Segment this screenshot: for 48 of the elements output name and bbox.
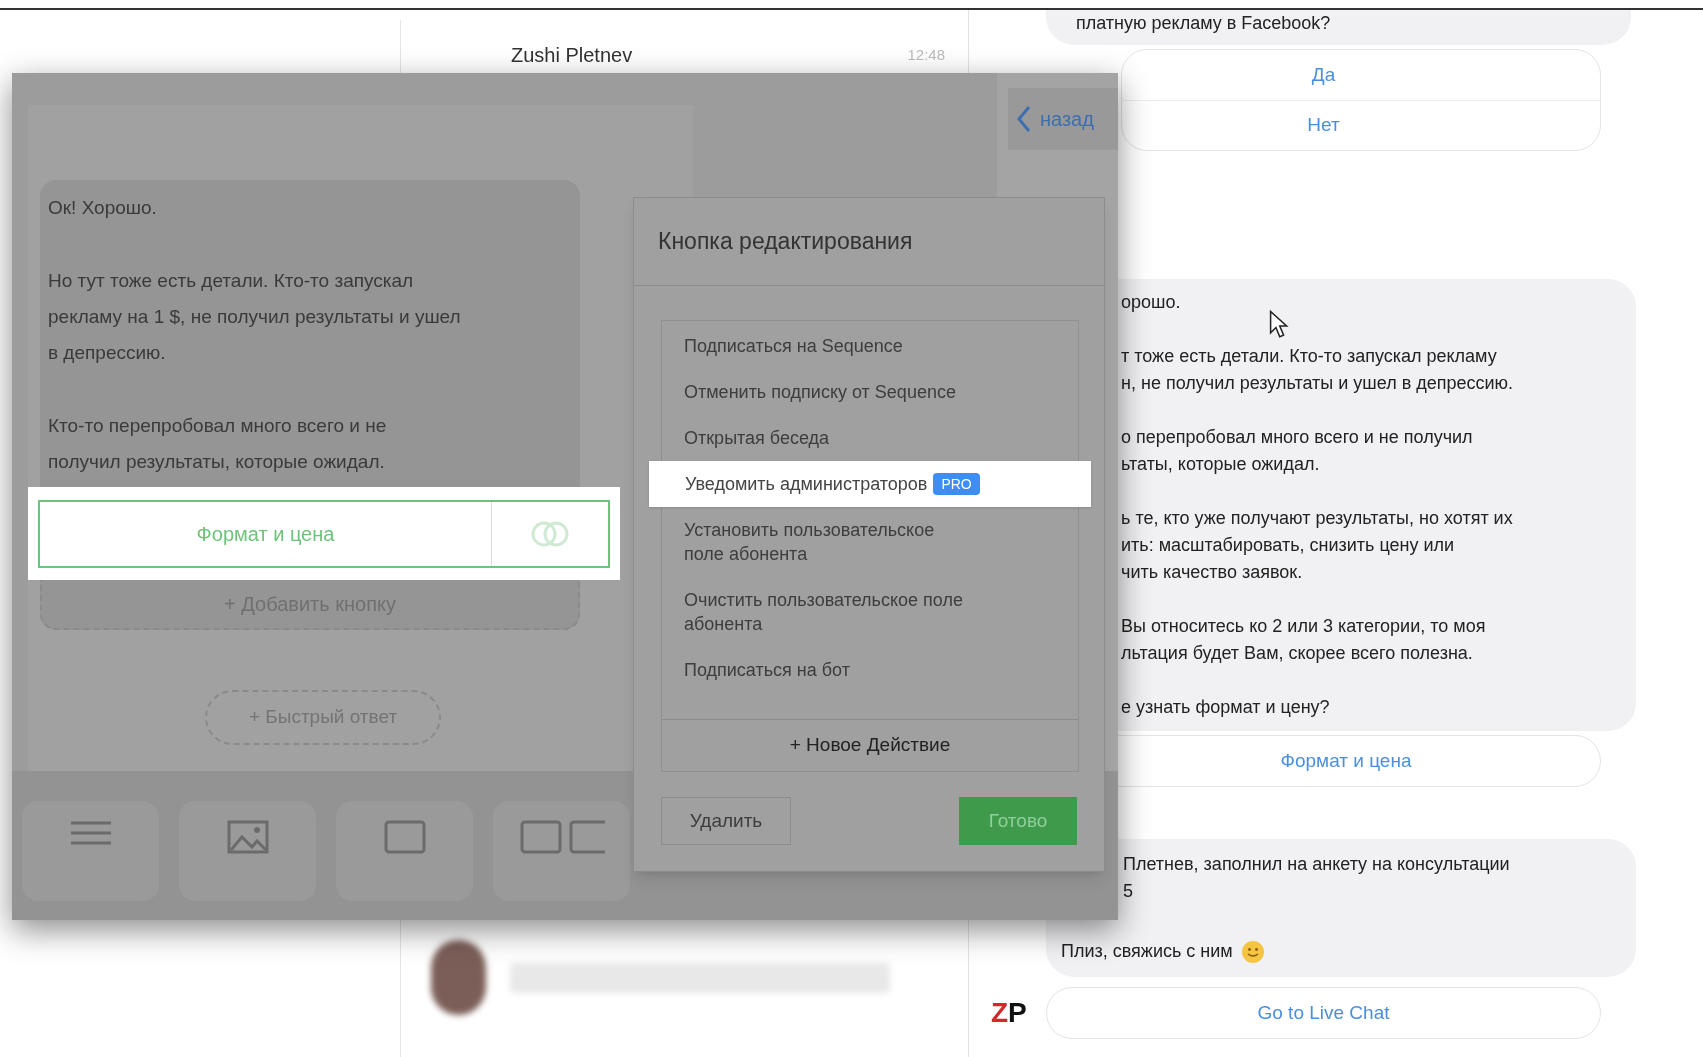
action-item[interactable]: Подписаться на бот [662, 647, 1078, 693]
gallery-icon [518, 819, 605, 855]
message-text: льтация будет Вам, скорее всего полезна. [1121, 642, 1474, 665]
pro-badge: PRO [933, 473, 980, 495]
message-text: 5 [1123, 880, 1134, 903]
quick-reply-button[interactable]: Go to Live Chat [1047, 988, 1600, 1038]
cursor-icon [1269, 310, 1289, 339]
message-time: 12:48 [907, 44, 945, 65]
message-text: ь те, кто уже получают результаты, но хотят их [1121, 507, 1514, 530]
action-item[interactable]: Уведомить администраторов PRO [649, 461, 1091, 507]
message-text: о перепробовал много всего и не получил [1121, 426, 1474, 449]
message-text: е узнать формат и цену? [1121, 696, 1331, 719]
quick-reply-button[interactable]: Да [1122, 50, 1600, 100]
action-item[interactable]: Установить пользовательское поле абонента [662, 507, 1078, 577]
chevron-left-icon [1016, 105, 1032, 133]
message-text: в депрессию. [48, 341, 167, 365]
contact-name[interactable]: Zushi Pletnev [511, 43, 633, 67]
toolbar-button[interactable] [22, 801, 159, 901]
dialog-title: Кнопка редактирования [658, 227, 913, 257]
message-text: платную рекламу в Facebook? [1076, 12, 1332, 35]
message-text: рекламу на 1 $, не получил результаты и ушел [48, 305, 462, 329]
action-item[interactable]: Отменить подписку от Sequence [662, 369, 1078, 415]
quick-reply-button[interactable]: Нет [1122, 100, 1600, 150]
new-action-button[interactable]: + Новое Действие [662, 719, 1078, 771]
message-text: т тоже есть детали. Кто-то запускал рекламу [1121, 345, 1498, 368]
zp-logo: ZP [991, 999, 1027, 1027]
message-text: Ок! Хорошо. [48, 196, 158, 220]
delete-button[interactable]: Удалить [661, 797, 791, 845]
message-text: н, не получил результаты и ушел в депрессию. [1121, 372, 1515, 395]
image-icon [225, 819, 270, 855]
message-text: орошо. [1121, 291, 1182, 314]
message-text: Плетнев, заполнил на анкету на консультации [1123, 853, 1511, 876]
message-text: чить качество заявок. [1121, 561, 1304, 584]
message-text: Вы относитесь ко 2 или 3 категории, то моя [1121, 615, 1487, 638]
card-icon [382, 819, 427, 855]
toolbar-button[interactable] [336, 801, 473, 901]
message-text: ить: масштабировать, снизить цену или [1121, 534, 1456, 557]
action-item[interactable]: Подписаться на Sequence [662, 323, 1078, 369]
message-text: Кто-то перепробовал много всего и не [48, 414, 388, 438]
action-item[interactable]: Очистить пользовательское поле абонента [662, 577, 1078, 647]
text-lines-icon [68, 819, 113, 847]
message-text: ьтаты, которые ожидал. [1121, 453, 1321, 476]
message-text: получил результаты, которые ожидал. [48, 450, 386, 474]
message-text: Но тут тоже есть детали. Кто-то запускал [48, 269, 415, 293]
toolbar-button[interactable] [179, 801, 316, 901]
message-text: Плиз, свяжись с ним [1061, 940, 1233, 963]
action-item[interactable]: Открытая беседа [662, 415, 1078, 461]
toolbar-button[interactable] [493, 801, 630, 901]
